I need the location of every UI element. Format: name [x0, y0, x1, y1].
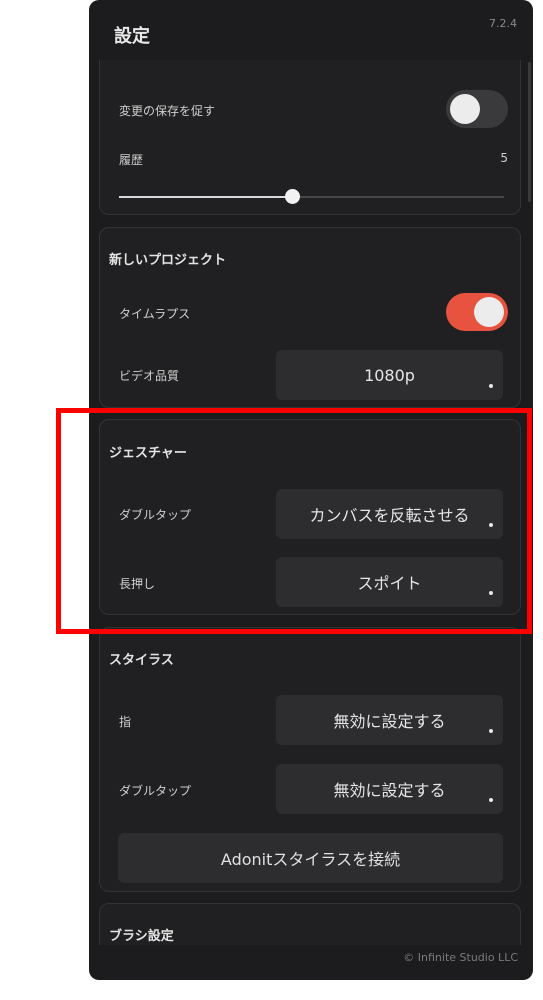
gestures-card: ジェスチャー ダブルタップ カンバスを反転させる 長押し スポイト: [99, 419, 521, 615]
connect-adonit-button[interactable]: Adonitスタイラスを接続: [118, 833, 503, 883]
prompt-save-toggle[interactable]: [446, 90, 508, 128]
scrollbar[interactable]: [528, 62, 531, 202]
dropdown-indicator-icon: [489, 384, 493, 388]
panel-title: 設定: [114, 26, 150, 47]
gesture-double-tap-select[interactable]: カンバスを反転させる: [276, 489, 503, 539]
long-press-label: 長押し: [119, 577, 156, 591]
stylus-card: スタイラス 指 無効に設定する ダブルタップ 無効に設定する Adonitスタイ…: [99, 627, 521, 892]
history-value: 5: [500, 151, 508, 165]
history-slider[interactable]: [119, 189, 504, 204]
stylus-title: スタイラス: [109, 653, 174, 668]
video-quality-value: 1080p: [364, 365, 415, 385]
finger-select[interactable]: 無効に設定する: [276, 695, 503, 745]
dropdown-indicator-icon: [489, 523, 493, 527]
brush-settings-title: ブラシ設定: [109, 929, 174, 944]
long-press-select[interactable]: スポイト: [276, 557, 503, 607]
settings-scroll-area[interactable]: 変更の保存を促す 履歴 5 新しいプロジェクト タイムラプス ビデオ品質 108…: [89, 60, 533, 945]
prompt-save-label: 変更の保存を促す: [119, 104, 216, 118]
dropdown-indicator-icon: [489, 729, 493, 733]
video-quality-select[interactable]: 1080p: [276, 350, 503, 400]
version-label: 7.2.4: [489, 17, 517, 30]
copyright-footer: © Infinite Studio LLC: [403, 951, 518, 964]
toggle-knob: [450, 94, 480, 124]
timelapse-toggle[interactable]: [446, 293, 508, 331]
history-slider-fill: [119, 196, 293, 198]
history-label: 履歴: [119, 153, 144, 167]
timelapse-label: タイムラプス: [119, 307, 191, 321]
new-project-card: 新しいプロジェクト タイムラプス ビデオ品質 1080p: [99, 227, 521, 408]
settings-panel: 設定 7.2.4 変更の保存を促す 履歴 5 新しいプロジェクト タイムラプス …: [89, 0, 533, 980]
gesture-double-tap-value: カンバスを反転させる: [309, 506, 470, 525]
stylus-double-tap-label: ダブルタップ: [119, 784, 192, 798]
stylus-double-tap-value: 無効に設定する: [333, 781, 446, 800]
dropdown-indicator-icon: [489, 591, 493, 595]
history-slider-thumb[interactable]: [285, 189, 301, 204]
video-quality-label: ビデオ品質: [119, 369, 180, 383]
stylus-double-tap-select[interactable]: 無効に設定する: [276, 764, 503, 814]
gesture-double-tap-label: ダブルタップ: [119, 508, 192, 522]
finger-label: 指: [119, 715, 132, 729]
gestures-title: ジェスチャー: [109, 446, 187, 461]
general-settings-card: 変更の保存を促す 履歴 5: [99, 60, 521, 215]
dropdown-indicator-icon: [489, 798, 493, 802]
brush-settings-card: ブラシ設定: [99, 903, 521, 945]
finger-value: 無効に設定する: [333, 712, 446, 731]
long-press-value: スポイト: [357, 574, 422, 593]
toggle-knob: [474, 297, 504, 327]
new-project-title: 新しいプロジェクト: [109, 253, 227, 268]
